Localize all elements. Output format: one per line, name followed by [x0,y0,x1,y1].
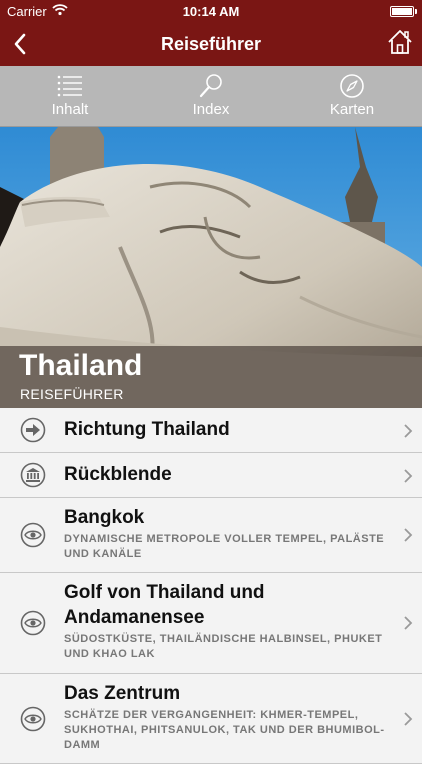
list-item-golf-von-thailand[interactable]: Golf von Thailand und Andamanensee SÜDOS… [0,573,422,674]
chapter-list: Richtung Thailand Rückblende Bangkok DYN… [0,408,422,764]
home-icon[interactable] [386,28,414,56]
list-item-title-line2: Andamanensee [64,607,205,628]
hero-title: Thailand [19,349,143,382]
chevron-right-icon [404,469,413,483]
eye-icon [20,610,46,636]
navigation-bar: Reiseführer [0,24,422,66]
tab-index[interactable]: Index [141,66,281,127]
eye-icon [20,522,46,548]
list-item-richtung-thailand[interactable]: Richtung Thailand [0,408,422,453]
hero-caption: Thailand REISEFÜHRER [0,346,422,408]
list-item-title: Richtung Thailand [64,419,230,440]
compass-icon [340,74,364,98]
eye-icon [20,706,46,732]
list-item-subtitle: DYNAMISCHE METROPOLE VOLLER TEMPEL, PALÄ… [64,533,385,560]
hero-banner: Thailand REISEFÜHRER [0,127,422,408]
chevron-right-icon [404,712,413,726]
museum-icon [20,462,46,488]
page-title: Reiseführer [160,34,262,54]
battery-icon [390,6,414,17]
section-toolbar: Inhalt Index Karten [0,66,422,127]
tab-index-label: Index [192,101,230,118]
list-item-das-zentrum[interactable]: Das Zentrum SCHÄTZE DER VERGANGENHEIT: K… [0,674,422,764]
tab-karten-label: Karten [329,101,375,118]
list-item-bangkok[interactable]: Bangkok DYNAMISCHE METROPOLE VOLLER TEMP… [0,498,422,573]
list-icon [57,75,82,97]
magnifier-icon [199,74,222,98]
list-item-subtitle: SÜDOSTKÜSTE, THAILÄNDISCHE HALBINSEL, PH… [64,633,383,660]
arrow-right-icon [20,417,46,443]
list-item-title: Das Zentrum [64,683,181,704]
hero-subtitle: REISEFÜHRER [20,386,124,402]
status-time: 10:14 AM [182,4,240,19]
chevron-right-icon [404,424,413,438]
list-item-title: Rückblende [64,464,172,485]
list-item-rueckblende[interactable]: Rückblende [0,453,422,498]
chevron-right-icon [404,616,413,630]
list-item-subtitle: SCHÄTZE DER VERGANGENHEIT: KHMER-TEMPEL,… [64,709,385,751]
chevron-right-icon [404,528,413,542]
tab-inhalt[interactable]: Inhalt [0,66,140,127]
tab-inhalt-label: Inhalt [51,101,89,118]
status-bar: Carrier 10:14 AM [0,0,422,24]
list-item-title: Bangkok [64,507,145,528]
tab-karten[interactable]: Karten [282,66,422,127]
battery-tip [415,9,417,14]
list-item-title-line1: Golf von Thailand und [64,582,265,603]
